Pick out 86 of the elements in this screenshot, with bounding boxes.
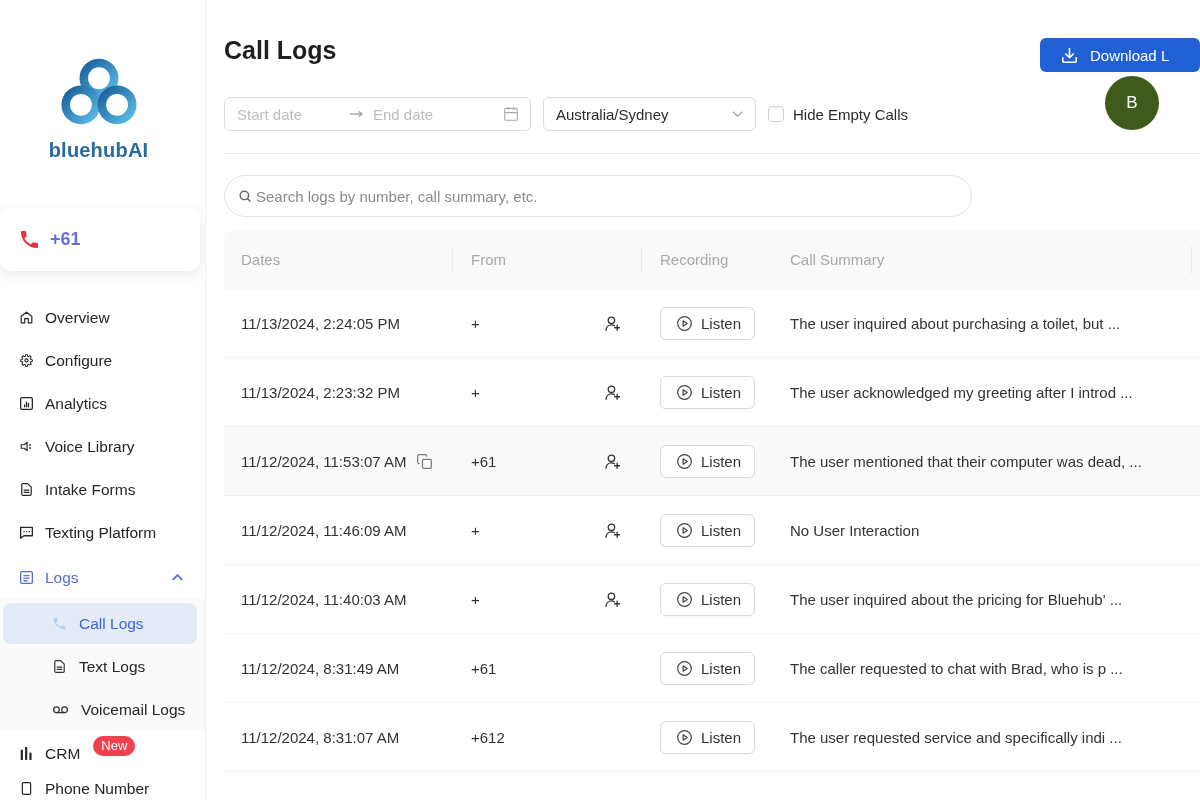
add-person-icon[interactable] — [605, 384, 620, 400]
add-person-icon[interactable] — [605, 522, 620, 538]
nav-item[interactable]: Intake Forms — [0, 468, 205, 511]
caller-number: + — [471, 590, 480, 608]
document-icon — [20, 483, 33, 496]
nav-item[interactable]: Text Logs — [3, 646, 197, 687]
listen-button[interactable]: Listen — [660, 306, 755, 340]
call-summary: The user inquired about purchasing a toilet, but ... — [790, 314, 1121, 332]
search-icon — [239, 190, 251, 202]
nav-item[interactable]: Voicemail Logs — [3, 689, 197, 730]
play-icon — [677, 384, 692, 400]
caller-number: +612 — [471, 728, 505, 746]
listen-button[interactable]: Listen — [660, 720, 755, 754]
call-date: 11/12/2024, 11:40:03 AM — [241, 590, 407, 608]
nav-item[interactable]: CRM New — [0, 732, 205, 775]
listen-button[interactable]: Listen — [660, 651, 755, 685]
calendar-icon — [504, 107, 518, 121]
caller-number: +61 — [471, 659, 497, 677]
document-icon — [53, 660, 66, 673]
timezone-select[interactable]: Australia/Sydney — [543, 97, 756, 131]
home-icon — [20, 311, 33, 324]
download-button[interactable]: Download L — [1040, 38, 1200, 72]
new-badge: New — [93, 735, 136, 756]
add-person-icon[interactable] — [605, 591, 620, 607]
copy-icon[interactable] — [417, 453, 433, 469]
call-date: 11/12/2024, 8:31:49 AM — [241, 659, 400, 677]
message-icon — [20, 526, 33, 539]
play-icon — [677, 315, 692, 331]
call-date: 11/13/2024, 2:23:32 PM — [241, 383, 400, 401]
call-summary: The user mentioned that their computer was dead, ... — [790, 452, 1142, 470]
column-header: Recording — [659, 250, 730, 270]
play-icon — [677, 453, 692, 469]
voicemail-icon — [53, 705, 68, 714]
checkbox-label[interactable]: Hide Empty Calls — [793, 105, 909, 123]
nav-item[interactable]: Call Logs — [3, 603, 197, 644]
listen-button[interactable]: Listen — [660, 513, 755, 547]
gear-icon — [20, 354, 33, 367]
chevron-down-icon — [732, 111, 743, 117]
listen-button[interactable]: Listen — [660, 582, 755, 616]
caller-number: +61 — [471, 452, 497, 470]
checkbox[interactable] — [768, 106, 784, 122]
search-input[interactable]: Search logs by number, call summary, etc. — [256, 187, 936, 205]
logo-text: bluehubAI — [48, 138, 149, 162]
phone-icon — [53, 617, 66, 630]
logo-icon — [60, 58, 137, 127]
phone-number: +61 — [50, 229, 81, 250]
listen-button[interactable]: Listen — [660, 375, 755, 409]
play-icon — [677, 729, 692, 745]
nav-item[interactable]: Voice Library — [0, 425, 205, 468]
caller-number: + — [471, 521, 480, 539]
phone-icon — [21, 231, 38, 248]
nav-item[interactable]: Logs — [0, 556, 205, 599]
mobile-phone-icon — [20, 782, 33, 795]
play-icon — [677, 660, 692, 676]
page-title: Call Logs — [224, 35, 338, 66]
nav-item[interactable]: Configure — [0, 339, 205, 382]
start-date-field[interactable]: Start date — [237, 105, 349, 123]
end-date-field[interactable]: End date — [373, 105, 483, 123]
chart-icon — [20, 397, 33, 410]
call-summary: The user requested service and specifically indi ... — [790, 728, 1122, 746]
nav-item[interactable]: Texting Platform — [0, 511, 205, 554]
arrow-right-icon — [349, 110, 363, 118]
play-icon — [677, 591, 692, 607]
download-icon — [1062, 47, 1077, 63]
document-icon — [20, 571, 33, 584]
user-avatar[interactable]: B — [1105, 76, 1159, 130]
add-person-icon[interactable] — [605, 315, 620, 331]
call-date: 11/12/2024, 11:53:07 AM — [241, 452, 407, 470]
call-summary: No User Interaction — [790, 521, 920, 539]
bar-chart-icon — [20, 747, 33, 760]
caller-number: + — [471, 383, 480, 401]
nav-item[interactable]: Analytics — [0, 382, 205, 425]
add-person-icon[interactable] — [605, 453, 620, 469]
call-date: 11/12/2024, 8:31:07 AM — [241, 728, 400, 746]
call-summary: The caller requested to chat with Brad, who is p ... — [790, 659, 1123, 677]
call-summary: The user acknowledged my greeting after I introd ... — [790, 383, 1133, 401]
nav-item[interactable]: Overview — [0, 296, 205, 339]
call-summary: The user inquired about the pricing for Bluehub' ... — [790, 590, 1123, 608]
caller-number: + — [471, 314, 480, 332]
call-date: 11/12/2024, 11:46:09 AM — [241, 521, 407, 539]
listen-button[interactable]: Listen — [660, 444, 755, 478]
speaker-icon — [20, 440, 33, 453]
date-range-picker[interactable]: Start date End date — [224, 97, 531, 131]
nav-item[interactable]: Phone Number — [0, 775, 205, 799]
call-date: 11/13/2024, 2:24:05 PM — [241, 314, 400, 332]
play-icon — [677, 522, 692, 538]
